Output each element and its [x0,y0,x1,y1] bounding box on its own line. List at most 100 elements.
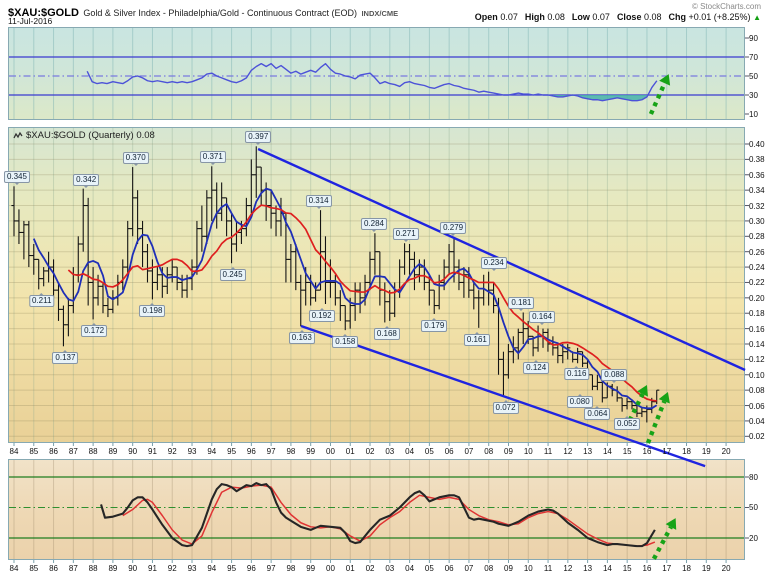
x-axis-year-label: 98 [286,564,295,573]
price-callout: 0.342 [73,174,99,186]
x-axis-year-label: 89 [108,564,117,573]
x-axis-year-label: 00 [326,447,335,456]
x-axis-year-label: 09 [504,564,513,573]
chart-type-icon [13,131,23,141]
price-y-label: 0.32 [749,202,765,211]
x-axis-year-label: 91 [148,564,157,573]
x-axis-year-label: 20 [722,564,731,573]
x-axis-year-label: 18 [682,447,691,456]
green-arrow-bottom [654,527,671,559]
price-callout: 0.080 [567,396,593,408]
x-axis-year-label: 08 [484,564,493,573]
price-callout: 0.072 [493,402,519,414]
price-callout: 0.198 [139,305,165,317]
price-panel-legend-text: $XAU:$GOLD (Quarterly) 0.08 [26,130,155,141]
x-axis-year-label: 10 [524,564,533,573]
x-axis-year-label: 11 [544,447,552,456]
price-y-label: 0.38 [749,155,765,164]
price-callout: 0.279 [440,222,466,234]
top-panel-y-label: 30 [749,91,758,100]
price-y-label: 0.34 [749,186,765,195]
price-y-label: 0.36 [749,171,765,180]
x-axis-year-label: 94 [207,447,216,456]
x-axis-year-label: 97 [267,564,276,573]
bottom-panel-y-label: 80 [749,473,758,482]
price-callout: 0.172 [81,325,107,337]
x-axis-year-label: 87 [69,447,78,456]
price-callout: 0.088 [601,369,627,381]
x-axis-year-label: 14 [603,447,612,456]
top-panel-y-label: 50 [749,72,758,81]
x-axis-year-label: 92 [168,564,177,573]
stochastic-black-line [101,483,655,546]
top-panel-y-label: 90 [749,34,758,43]
x-axis-year-label: 99 [306,447,315,456]
x-axis-year-label: 14 [603,564,612,573]
price-callout: 0.234 [481,257,507,269]
x-axis-year-label: 92 [168,447,177,456]
x-axis-year-label: 12 [563,447,572,456]
x-axis-year-label: 11 [544,564,552,573]
price-callout: 0.116 [564,368,589,380]
x-axis-year-label: 09 [504,447,513,456]
bottom-panel-y-label: 20 [749,534,758,543]
x-axis-year-label: 85 [29,564,38,573]
x-axis-year-label: 15 [623,564,632,573]
price-y-label: 0.16 [749,325,765,334]
x-axis-year-label: 06 [445,564,454,573]
price-y-label: 0.30 [749,217,765,226]
price-y-label: 0.28 [749,232,765,241]
price-panel-legend: $XAU:$GOLD (Quarterly) 0.08 [13,130,155,141]
price-callout: 0.137 [52,352,78,364]
price-y-label: 0.14 [749,340,765,349]
x-axis-year-label: 13 [583,564,592,573]
x-axis-year-label: 15 [623,447,632,456]
price-callout: 0.168 [374,328,400,340]
x-axis-year-label: 03 [385,447,394,456]
x-axis-year-label: 95 [227,447,236,456]
price-callout: 0.158 [332,336,358,348]
x-axis-year-label: 13 [583,447,592,456]
x-axis-year-label: 19 [702,447,711,456]
chart-canvas [0,0,765,575]
price-callout: 0.370 [123,152,149,164]
price-y-label: 0.02 [749,432,765,441]
price-y-label: 0.22 [749,278,765,287]
x-axis-year-label: 90 [128,564,137,573]
price-y-label: 0.20 [749,294,765,303]
price-callout: 0.211 [29,295,54,307]
x-axis-year-label: 91 [148,447,157,456]
price-callout: 0.052 [614,418,640,430]
x-axis-year-label: 86 [49,564,58,573]
x-axis-year-label: 02 [366,447,375,456]
x-axis-year-label: 06 [445,447,454,456]
x-axis-year-label: 16 [643,564,652,573]
price-y-label: 0.18 [749,309,765,318]
x-axis-year-label: 04 [405,447,414,456]
x-axis-year-label: 20 [722,447,731,456]
price-callout: 0.314 [306,195,332,207]
lower-channel [301,326,705,466]
x-axis-year-label: 08 [484,447,493,456]
x-axis-year-label: 84 [10,564,19,573]
x-axis-year-label: 03 [385,564,394,573]
x-axis-year-label: 18 [682,564,691,573]
top-panel-y-label: 10 [749,110,758,119]
x-axis-year-label: 07 [464,564,473,573]
x-axis-year-label: 17 [662,564,671,573]
x-axis-year-label: 96 [247,447,256,456]
price-callout: 0.163 [289,332,315,344]
x-axis-year-label: 16 [643,447,652,456]
x-axis-year-label: 86 [49,447,58,456]
x-axis-year-label: 05 [425,447,434,456]
x-axis-year-label: 97 [267,447,276,456]
price-callout: 0.371 [200,151,226,163]
price-callout: 0.345 [4,171,30,183]
price-callout: 0.064 [584,408,610,420]
x-axis-year-label: 01 [346,447,355,456]
price-callout: 0.161 [464,334,490,346]
main-panel-group [9,127,744,443]
x-axis-year-label: 19 [702,564,711,573]
price-y-label: 0.26 [749,248,765,257]
price-callout: 0.397 [245,131,271,143]
